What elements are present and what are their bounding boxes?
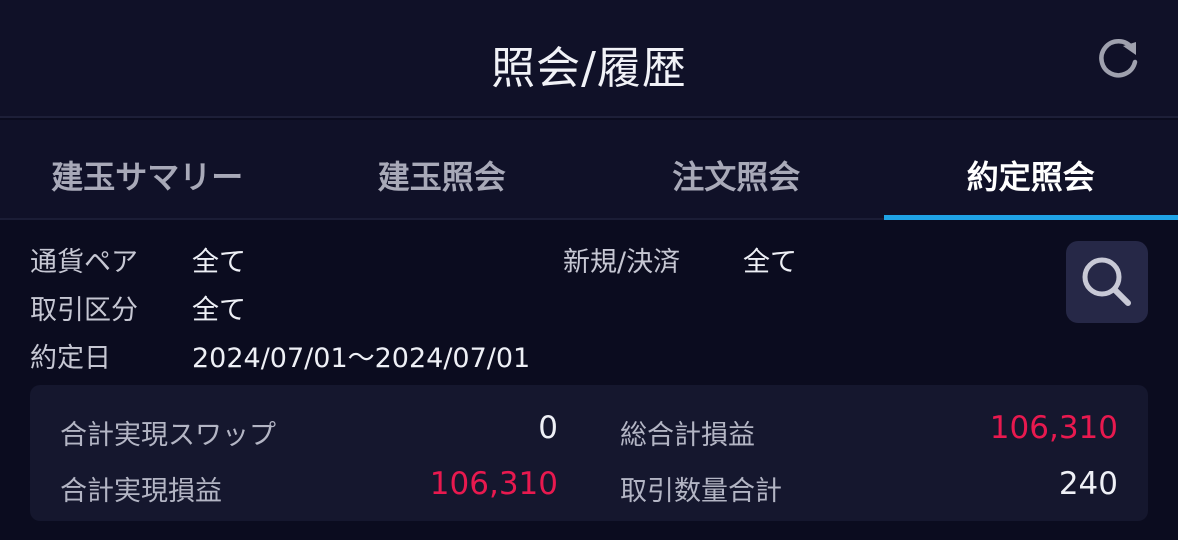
tab-position-inquiry[interactable]: 建玉照会 xyxy=(295,120,590,218)
search-button[interactable] xyxy=(1066,241,1148,323)
grand-total-pl-label: 総合計損益 xyxy=(620,420,755,451)
execution-date-label: 約定日 xyxy=(30,343,111,374)
total-swap-label: 合計実現スワップ xyxy=(60,420,276,451)
app-header: 照会/履歴 xyxy=(0,0,1178,118)
filter-row-execution-date: 約定日 2024/07/01～2024/07/01 xyxy=(30,336,630,376)
total-realized-pl-label: 合計実現損益 xyxy=(60,476,222,507)
new-settle-label: 新規/決済 xyxy=(563,247,681,278)
tab-order-inquiry[interactable]: 注文照会 xyxy=(589,120,884,218)
search-icon xyxy=(1082,257,1131,306)
filter-row-currency-pair: 通貨ペア 全て xyxy=(30,240,570,280)
new-settle-value: 全て xyxy=(743,247,797,278)
tab-execution-inquiry[interactable]: 約定照会 xyxy=(883,120,1178,220)
filter-row-new-settle: 新規/決済 全て xyxy=(563,240,863,280)
total-swap-value: 0 xyxy=(538,410,558,446)
currency-pair-value: 全て xyxy=(192,247,246,278)
summary-panel: 合計実現スワップ 0 合計実現損益 106,310 総合計損益 106,310 … xyxy=(30,385,1148,521)
total-quantity-value: 240 xyxy=(1058,466,1118,502)
trade-type-label: 取引区分 xyxy=(30,295,138,326)
trade-type-value: 全て xyxy=(192,295,246,326)
total-quantity-label: 取引数量合計 xyxy=(620,476,782,507)
total-realized-pl-value: 106,310 xyxy=(429,466,558,502)
grand-total-pl-value: 106,310 xyxy=(989,410,1118,446)
page-title: 照会/履歴 xyxy=(491,43,687,94)
execution-date-value: 2024/07/01～2024/07/01 xyxy=(192,343,531,374)
tab-bar: 建玉サマリー 建玉照会 注文照会 約定照会 xyxy=(0,120,1178,220)
filter-row-trade-type: 取引区分 全て xyxy=(30,288,570,328)
currency-pair-label: 通貨ペア xyxy=(30,247,138,278)
refresh-icon[interactable] xyxy=(1092,32,1144,84)
tab-position-summary[interactable]: 建玉サマリー xyxy=(0,120,295,218)
